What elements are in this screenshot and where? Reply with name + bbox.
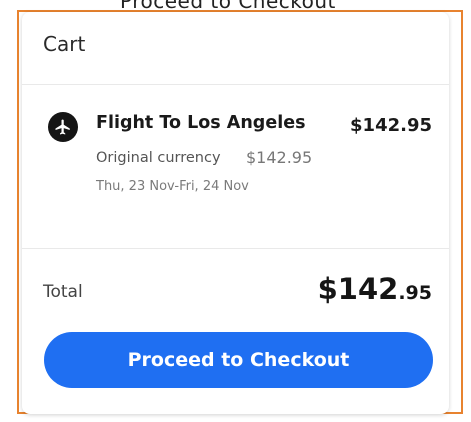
total-amount-cents: .95	[398, 282, 432, 304]
cart-panel: Cart Flight To Los Angeles $142.95 Origi…	[22, 12, 449, 414]
cart-title: Cart	[43, 32, 86, 56]
total-amount-main: $142	[317, 272, 399, 306]
total-amount: $142.95	[318, 272, 432, 306]
divider	[22, 248, 449, 249]
flight-title: Flight To Los Angeles	[96, 113, 306, 133]
checkout-button-label: Proceed to Checkout	[127, 349, 350, 371]
original-currency-value: $142.95	[246, 148, 313, 167]
airplane-icon	[48, 112, 78, 142]
proceed-to-checkout-button[interactable]: Proceed to Checkout	[44, 332, 433, 388]
total-label: Total	[43, 282, 83, 302]
flight-dates: Thu, 23 Nov-Fri, 24 Nov	[96, 179, 249, 194]
original-currency-label: Original currency	[96, 150, 221, 166]
cart-header: Cart	[22, 12, 449, 85]
flight-price: $142.95	[350, 115, 432, 136]
